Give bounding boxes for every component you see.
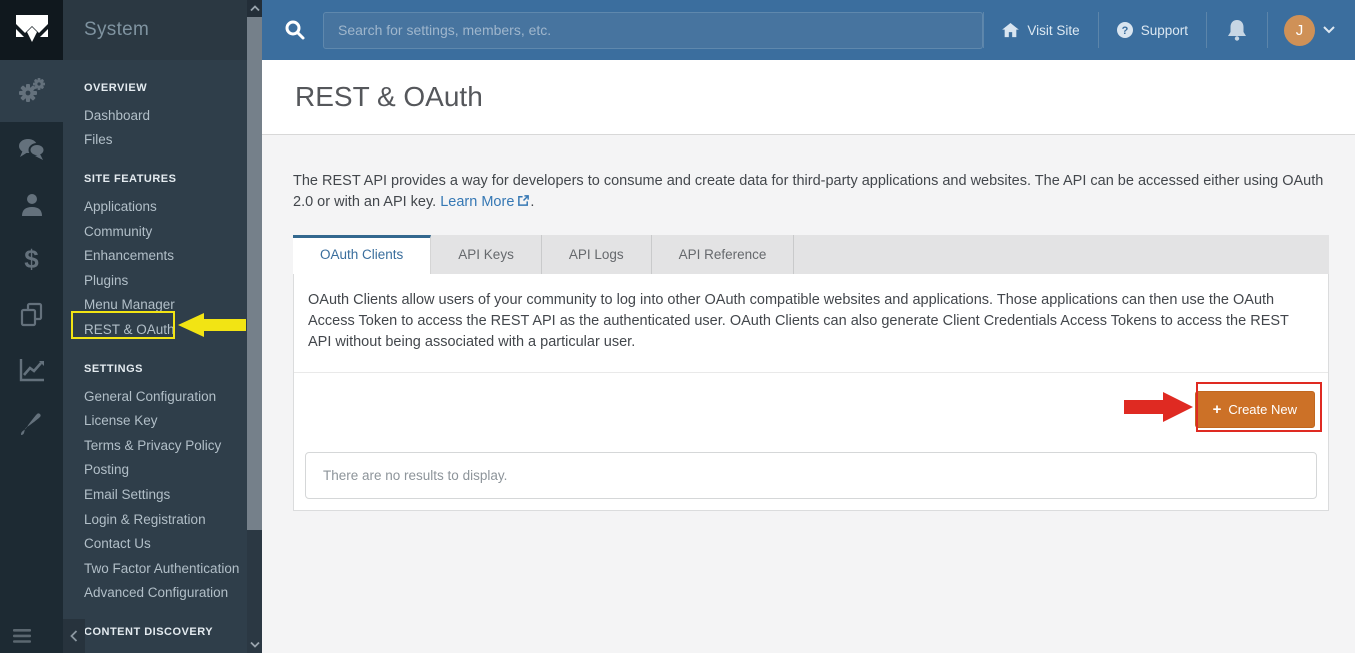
sidebar-item-rest-oauth[interactable]: REST & OAuth: [84, 317, 237, 342]
sidebar-item-terms-privacy-policy[interactable]: Terms & Privacy Policy: [84, 433, 237, 458]
app-section-title: System: [63, 0, 247, 60]
nav-section-header-overview: OVERVIEW: [84, 82, 148, 94]
sidebar-item-contact-us[interactable]: Contact Us: [84, 531, 237, 556]
support-button[interactable]: ? Support: [1099, 22, 1206, 38]
empty-results-box: There are no results to display.: [305, 452, 1317, 499]
sidebar-item-posting[interactable]: Posting: [84, 458, 237, 483]
support-label: Support: [1140, 22, 1188, 38]
settings-icon[interactable]: [0, 60, 63, 122]
chevron-down-icon: [1323, 26, 1335, 34]
sidebar: System OVERVIEW Dashboard Files SITE FEATUR…: [63, 0, 247, 653]
oauth-clients-description: OAuth Clients allow users of your commun…: [294, 274, 1328, 373]
sidebar-item-license-key[interactable]: License Key: [84, 408, 237, 433]
scrollbar-thumb[interactable]: [247, 17, 262, 530]
oauth-clients-panel: OAuth Clients allow users of your commun…: [293, 274, 1329, 511]
community-icon[interactable]: [0, 122, 63, 177]
page-header: REST & OAuth: [262, 60, 1355, 135]
sidebar-item-applications[interactable]: Applications: [84, 194, 237, 219]
invision-logo[interactable]: [0, 0, 63, 60]
pages-icon[interactable]: [0, 287, 63, 342]
commerce-icon[interactable]: $: [0, 232, 63, 287]
icon-rail: $: [0, 0, 63, 653]
main-content: The REST API provides a way for develope…: [262, 136, 1355, 653]
sidebar-item-email-settings[interactable]: Email Settings: [84, 482, 237, 507]
toolbar-row: + Create New: [294, 373, 1328, 452]
nav-sections: OVERVIEW Dashboard Files SITE FEATURES Appli…: [63, 60, 247, 653]
sidebar-item-search[interactable]: Search: [84, 647, 237, 653]
sidebar-item-files[interactable]: Files: [84, 128, 237, 153]
admin-panel: $ System OVERVIEW Dashboard Files SITE FEAT…: [0, 0, 1355, 653]
menu-icon[interactable]: [13, 629, 31, 643]
customization-icon[interactable]: [0, 397, 63, 452]
home-icon: [1002, 22, 1020, 38]
notifications-bell-icon[interactable]: [1207, 19, 1267, 41]
stats-icon[interactable]: [0, 342, 63, 397]
search-icon: [284, 19, 306, 41]
tab-api-logs[interactable]: API Logs: [542, 235, 652, 274]
external-link-icon: [517, 193, 530, 214]
sidebar-item-dashboard[interactable]: Dashboard: [84, 103, 237, 128]
scroll-up-icon[interactable]: [247, 0, 262, 17]
tab-api-reference[interactable]: API Reference: [652, 235, 795, 274]
collapse-sidebar-button[interactable]: [63, 619, 85, 653]
avatar[interactable]: J: [1284, 14, 1315, 46]
create-new-button[interactable]: + Create New: [1194, 391, 1315, 428]
sidebar-item-login-registration[interactable]: Login & Registration: [84, 507, 237, 532]
svg-text:?: ?: [1121, 25, 1128, 37]
page-title: REST & OAuth: [295, 81, 483, 112]
question-circle-icon: ?: [1116, 22, 1133, 38]
tab-oauth-clients[interactable]: OAuth Clients: [293, 235, 432, 274]
search-input[interactable]: [323, 11, 984, 49]
sidebar-item-plugins[interactable]: Plugins: [84, 268, 237, 293]
visit-site-label: Visit Site: [1027, 22, 1080, 38]
visit-site-button[interactable]: Visit Site: [984, 22, 1097, 38]
sidebar-scrollbar[interactable]: [247, 0, 262, 653]
tabbar: OAuth Clients API Keys API Logs API Referen…: [293, 235, 1329, 274]
learn-more-label: Learn More: [440, 194, 515, 210]
nav-section-header-content-discovery: CONTENT DISCOVERY: [84, 626, 214, 639]
nav-section-header-site-features: SITE FEATURES: [84, 173, 177, 186]
sidebar-item-community[interactable]: Community: [84, 219, 237, 244]
sidebar-item-two-factor-authentication[interactable]: Two Factor Authentication: [84, 556, 239, 581]
scroll-down-icon[interactable]: [247, 636, 262, 653]
intro-paragraph: The REST API provides a way for develope…: [293, 171, 1329, 214]
icon-rail-items: $: [0, 60, 63, 452]
topbar: Visit Site ? Support J: [262, 0, 1355, 60]
sidebar-item-enhancements[interactable]: Enhancements: [84, 243, 237, 268]
plus-icon: +: [1212, 401, 1222, 418]
intro-text-end: .: [530, 194, 535, 210]
create-new-label: Create New: [1228, 402, 1297, 417]
sidebar-item-advanced-configuration[interactable]: Advanced Configuration: [84, 581, 237, 606]
members-icon[interactable]: [0, 177, 63, 232]
account-menu[interactable]: J: [1268, 14, 1341, 46]
tab-api-keys[interactable]: API Keys: [431, 235, 542, 274]
sidebar-item-menu-manager[interactable]: Menu Manager: [84, 293, 237, 318]
nav-section-header-settings: SETTINGS: [84, 362, 144, 375]
learn-more-link[interactable]: Learn More: [440, 194, 530, 210]
sidebar-item-general-configuration[interactable]: General Configuration: [84, 384, 237, 409]
